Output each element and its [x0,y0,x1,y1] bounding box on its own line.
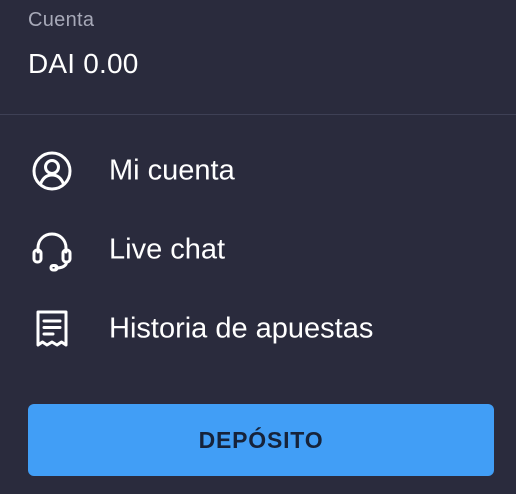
account-label: Cuenta [28,9,95,31]
menu-item-label: Mi cuenta [109,154,235,187]
user-circle-icon [30,149,74,193]
menu-item-bet-history[interactable]: Historia de apuestas [0,299,516,359]
menu-item-label: Live chat [109,233,226,266]
account-menu-panel: Cuenta DAI 0.00 Mi cuenta Live chat Hist… [0,0,516,494]
menu-item-my-account[interactable]: Mi cuenta [0,141,516,201]
headset-icon [30,228,74,272]
divider [0,114,516,115]
menu-item-label: Historia de apuestas [109,312,374,345]
menu-item-live-chat[interactable]: Live chat [0,220,516,280]
deposit-button[interactable]: DEPÓSITO [28,404,494,476]
account-balance: DAI 0.00 [28,48,139,79]
receipt-icon [30,307,74,351]
